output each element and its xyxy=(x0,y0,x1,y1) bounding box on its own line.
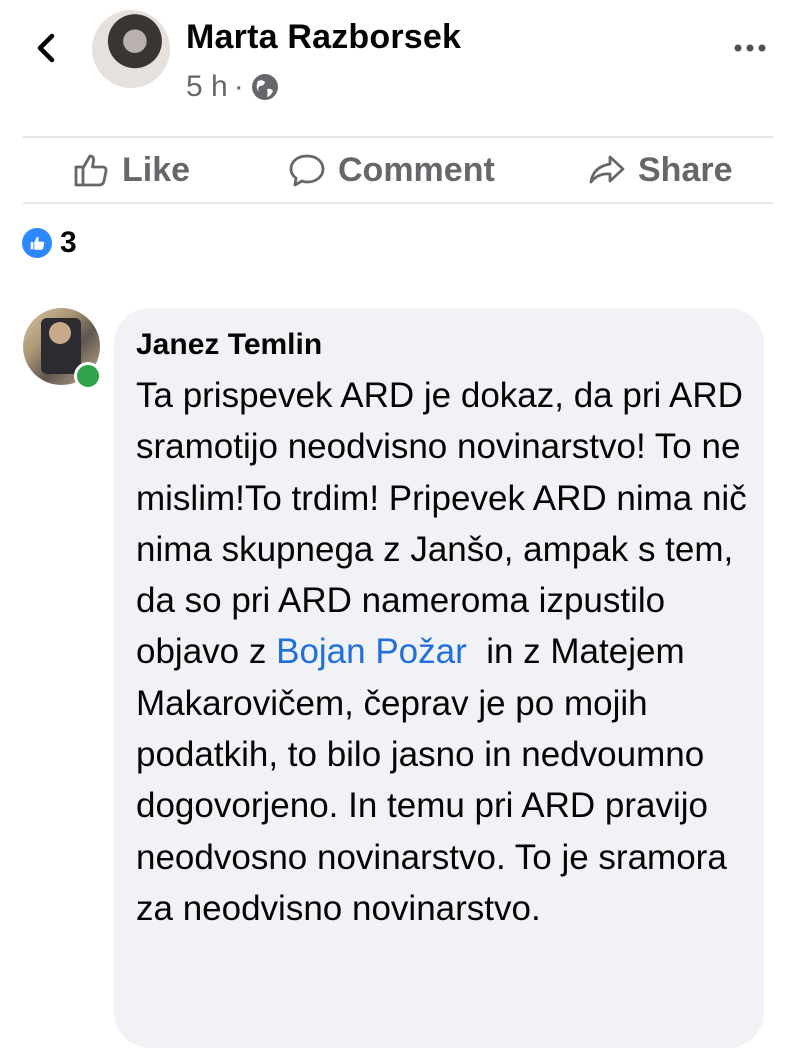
like-label: Like xyxy=(122,150,191,189)
post-meta: 5 h · xyxy=(186,70,280,104)
share-label: Share xyxy=(638,150,733,189)
comment-text: Ta prispevek ARD je dokaz, da pri ARD sr… xyxy=(136,370,751,934)
divider xyxy=(23,136,773,138)
comment-text-part: Ta prispevek ARD je dokaz, da pri ARD sr… xyxy=(136,376,747,672)
globe-icon xyxy=(251,74,278,100)
meta-separator: · xyxy=(233,70,244,103)
comment-button[interactable]: Comment xyxy=(288,140,495,200)
thumbs-up-icon xyxy=(74,154,108,187)
divider xyxy=(23,202,773,204)
commenter-name[interactable]: Janez Temlin xyxy=(136,328,322,362)
reaction-count: 3 xyxy=(60,226,77,259)
like-button[interactable]: Like xyxy=(72,140,190,200)
reaction-summary[interactable]: 3 xyxy=(22,226,77,260)
online-status-indicator xyxy=(74,362,102,390)
mention-link[interactable]: Bojan Požar xyxy=(276,632,467,671)
post-author-name[interactable]: Marta Razborsek xyxy=(186,18,461,57)
comment-bubble-icon xyxy=(289,154,325,187)
like-reaction-icon xyxy=(22,228,52,258)
more-options-button[interactable] xyxy=(730,38,770,58)
comment-label: Comment xyxy=(338,150,495,189)
more-dots-icon xyxy=(734,44,766,52)
share-button[interactable]: Share xyxy=(588,140,733,200)
back-button[interactable] xyxy=(30,28,66,68)
comment-text-part: in z Matejem Makarovičem, čeprav je po m… xyxy=(136,632,737,928)
share-arrow-icon xyxy=(589,155,625,184)
chevron-left-icon xyxy=(37,33,55,63)
author-avatar[interactable] xyxy=(92,10,170,88)
post-time[interactable]: 5 h xyxy=(186,70,228,104)
